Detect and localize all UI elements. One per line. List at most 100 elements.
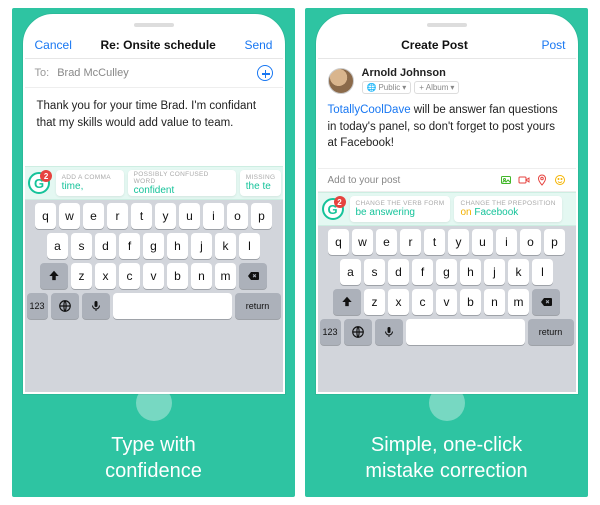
key-n[interactable]: n <box>484 289 505 315</box>
key-i[interactable]: i <box>203 203 224 229</box>
key-e[interactable]: e <box>376 229 397 255</box>
globe-key[interactable] <box>51 293 79 319</box>
add-recipient-icon[interactable] <box>257 65 273 81</box>
suggestion-card[interactable]: CHANGE THE VERB FORM be answering <box>350 196 451 222</box>
space-key[interactable] <box>113 293 232 319</box>
key-g[interactable]: g <box>436 259 457 285</box>
key-m[interactable]: m <box>215 263 236 289</box>
key-v[interactable]: v <box>436 289 457 315</box>
add-to-post-row[interactable]: Add to your post <box>318 168 576 192</box>
key-z[interactable]: z <box>364 289 385 315</box>
key-d[interactable]: d <box>388 259 409 285</box>
key-a[interactable]: a <box>47 233 68 259</box>
key-x[interactable]: x <box>95 263 116 289</box>
key-h[interactable]: h <box>460 259 481 285</box>
key-b[interactable]: b <box>460 289 481 315</box>
location-icon[interactable] <box>536 174 548 186</box>
space-key[interactable] <box>406 319 525 345</box>
post-title: Create Post <box>401 38 468 52</box>
key-z[interactable]: z <box>71 263 92 289</box>
grammarly-icon[interactable]: G2 <box>318 193 348 225</box>
grammarly-icon[interactable]: G2 <box>25 167 54 199</box>
key-k[interactable]: k <box>508 259 529 285</box>
key-j[interactable]: j <box>191 233 212 259</box>
video-icon[interactable] <box>518 174 530 186</box>
key-w[interactable]: w <box>59 203 80 229</box>
cancel-button[interactable]: Cancel <box>35 38 72 52</box>
key-r[interactable]: r <box>400 229 421 255</box>
key-p[interactable]: p <box>251 203 272 229</box>
globe-key[interactable] <box>344 319 372 345</box>
key-u[interactable]: u <box>179 203 200 229</box>
chip-label: + Album <box>419 83 448 92</box>
return-key[interactable]: return <box>528 319 574 345</box>
key-t[interactable]: t <box>424 229 445 255</box>
email-to-row[interactable]: To: Brad McCulley <box>25 59 283 88</box>
return-key[interactable]: return <box>235 293 281 319</box>
key-f[interactable]: f <box>119 233 140 259</box>
emoji-icon[interactable] <box>554 174 566 186</box>
album-chip[interactable]: + Album ▾ <box>414 81 459 94</box>
backspace-key[interactable] <box>532 289 560 315</box>
post-header: Create Post Post <box>318 32 576 59</box>
keyboard: qwertyuiop asdfghjkl zxcvbnm 123 return <box>318 226 576 392</box>
key-g[interactable]: g <box>143 233 164 259</box>
mention-link[interactable]: TotallyCoolDave <box>328 104 411 116</box>
mic-key[interactable] <box>82 293 110 319</box>
key-c[interactable]: c <box>412 289 433 315</box>
key-v[interactable]: v <box>143 263 164 289</box>
key-123[interactable]: 123 <box>27 293 48 319</box>
suggestion-value: be answering <box>356 207 445 218</box>
add-to-post-label: Add to your post <box>328 175 401 186</box>
phone-speaker <box>134 23 174 27</box>
key-s[interactable]: s <box>364 259 385 285</box>
key-w[interactable]: w <box>352 229 373 255</box>
key-l[interactable]: l <box>532 259 553 285</box>
key-d[interactable]: d <box>95 233 116 259</box>
audience-chip[interactable]: 🌐 Public ▾ <box>362 81 412 94</box>
key-u[interactable]: u <box>472 229 493 255</box>
key-l[interactable]: l <box>239 233 260 259</box>
key-o[interactable]: o <box>520 229 541 255</box>
avatar[interactable] <box>328 68 354 94</box>
suggestion-card[interactable]: ADD A COMMA time, <box>56 170 124 196</box>
key-y[interactable]: y <box>448 229 469 255</box>
key-x[interactable]: x <box>388 289 409 315</box>
key-n[interactable]: n <box>191 263 212 289</box>
key-j[interactable]: j <box>484 259 505 285</box>
suggestion-card[interactable]: POSSIBLY CONFUSED WORD confident <box>128 170 236 196</box>
key-123[interactable]: 123 <box>320 319 341 345</box>
key-m[interactable]: m <box>508 289 529 315</box>
key-k[interactable]: k <box>215 233 236 259</box>
suggestion-value: the te <box>246 181 275 192</box>
key-f[interactable]: f <box>412 259 433 285</box>
key-a[interactable]: a <box>340 259 361 285</box>
key-o[interactable]: o <box>227 203 248 229</box>
key-h[interactable]: h <box>167 233 188 259</box>
key-c[interactable]: c <box>119 263 140 289</box>
backspace-key[interactable] <box>239 263 267 289</box>
send-button[interactable]: Send <box>244 38 272 52</box>
shift-key[interactable] <box>40 263 68 289</box>
key-e[interactable]: e <box>83 203 104 229</box>
home-area <box>136 394 172 418</box>
key-p[interactable]: p <box>544 229 565 255</box>
suggestion-card[interactable]: CHANGE THE PREPOSITION on Facebook <box>454 196 561 222</box>
key-i[interactable]: i <box>496 229 517 255</box>
key-q[interactable]: q <box>328 229 349 255</box>
key-q[interactable]: q <box>35 203 56 229</box>
suggestion-card[interactable]: MISSING the te <box>240 170 281 196</box>
photo-icon[interactable] <box>500 174 512 186</box>
mic-key[interactable] <box>375 319 403 345</box>
post-body[interactable]: TotallyCoolDave will be answer fan quest… <box>318 98 576 168</box>
shift-key[interactable] <box>333 289 361 315</box>
phone-frame: Cancel Re: Onsite schedule Send To: Brad… <box>23 14 285 394</box>
key-b[interactable]: b <box>167 263 188 289</box>
email-body[interactable]: Thank you for your time Brad. I'm confid… <box>25 88 283 166</box>
key-r[interactable]: r <box>107 203 128 229</box>
key-y[interactable]: y <box>155 203 176 229</box>
key-t[interactable]: t <box>131 203 152 229</box>
post-button[interactable]: Post <box>541 38 565 52</box>
key-s[interactable]: s <box>71 233 92 259</box>
grammarly-badge: 2 <box>334 196 346 208</box>
